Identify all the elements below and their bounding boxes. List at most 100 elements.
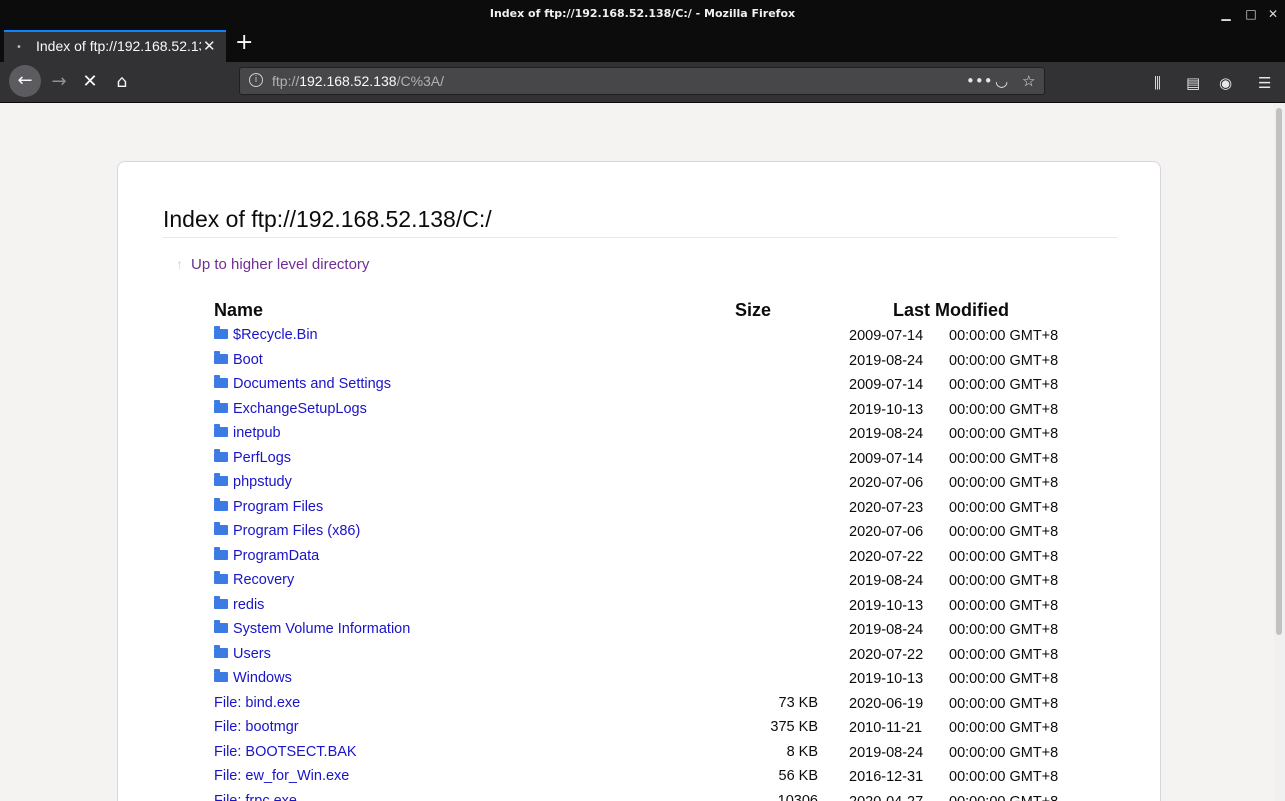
folder-icon <box>214 350 228 364</box>
site-info-icon[interactable]: i <box>249 73 263 87</box>
account-icon[interactable]: ◉ <box>1219 74 1232 92</box>
entry-link[interactable]: ew_for_Win.exe <box>245 768 349 784</box>
folder-entry[interactable]: Documents and Settings <box>214 375 391 392</box>
entry-link[interactable]: Recovery <box>233 572 294 588</box>
home-button[interactable]: ⌂ <box>107 67 137 97</box>
entry-date: 2019-08-24 <box>849 352 924 369</box>
up-directory-label[interactable]: Up to higher level directory <box>191 256 369 273</box>
up-directory-link[interactable]: ↑ Up to higher level directory <box>176 256 369 273</box>
entry-date: 2020-04-27 <box>849 794 923 801</box>
entry-time: 00:00:00 GMT+8 <box>949 744 1059 761</box>
entry-link[interactable]: Program Files <box>233 499 323 515</box>
stop-button[interactable]: ✕ <box>75 67 105 97</box>
vertical-scrollbar[interactable] <box>1274 103 1285 801</box>
entry-time: 00:00:00 GMT+8 <box>949 352 1059 369</box>
table-row: File: bind.exe 73 KB 2020-06-19 00:00:00 GMT… <box>118 693 1162 718</box>
entry-time: 00:00:00 GMT+8 <box>949 720 1059 736</box>
file-entry[interactable]: File: bootmgr <box>214 719 299 735</box>
folder-entry[interactable]: ProgramData <box>214 546 319 564</box>
pocket-icon[interactable]: ◡ <box>995 72 1008 90</box>
entry-link[interactable]: Windows <box>233 670 292 686</box>
entry-time: 00:00:00 GMT+8 <box>949 597 1059 614</box>
tab-active[interactable]: • Index of ftp://192.168.52.138/C:/ ✕ <box>4 30 226 62</box>
back-button[interactable]: ← <box>9 65 41 97</box>
entry-time: 00:00:00 GMT+8 <box>949 499 1059 516</box>
table-row: File: ew_for_Win.exe 56 KB 2016-12-31 00:00:… <box>118 766 1162 791</box>
entry-size: 10306 KB <box>777 792 818 801</box>
table-row: inetpub 2019-08-24 00:00:00 GMT+8 <box>118 423 1162 448</box>
entry-link[interactable]: Program Files (x86) <box>233 523 360 539</box>
file-entry[interactable]: File: ew_for_Win.exe <box>214 768 349 784</box>
entry-date: 2019-08-24 <box>849 622 924 638</box>
folder-entry[interactable]: Recovery <box>214 571 294 588</box>
entry-link[interactable]: bind.exe <box>245 695 300 711</box>
entry-date: 2020-07-23 <box>849 499 924 516</box>
entry-time: 00:00:00 GMT+8 <box>949 794 1058 801</box>
url-bar[interactable]: i ftp://192.168.52.138/C%3A/ ••• ◡ ☆ <box>239 67 1045 95</box>
entry-link[interactable]: Documents and Settings <box>233 376 391 392</box>
entry-time: 00:00:00 GMT+8 <box>949 524 1059 540</box>
table-row: Boot 2019-08-24 00:00:00 GMT+8 <box>118 350 1162 375</box>
maximize-icon[interactable]: □ <box>1244 7 1258 21</box>
entry-link[interactable]: Boot <box>233 352 263 368</box>
folder-entry[interactable]: Users <box>214 644 271 662</box>
folder-entry[interactable]: ExchangeSetupLogs <box>214 399 367 417</box>
entry-link[interactable]: PerfLogs <box>233 450 291 466</box>
url-text[interactable]: ftp://192.168.52.138/C%3A/ <box>272 73 444 89</box>
folder-entry[interactable]: $Recycle.Bin <box>214 326 318 343</box>
folder-entry[interactable]: Boot <box>214 350 263 368</box>
folder-entry[interactable]: phpstudy <box>214 473 292 490</box>
entry-time: 00:00:00 GMT+8 <box>949 548 1059 565</box>
entry-link[interactable]: BOOTSECT.BAK <box>245 744 356 760</box>
sidebar-icon[interactable]: ▤ <box>1186 74 1200 92</box>
folder-entry[interactable]: PerfLogs <box>214 448 291 466</box>
entry-date: 2020-07-06 <box>849 475 924 491</box>
entry-link[interactable]: System Volume Information <box>233 621 410 637</box>
minimize-icon[interactable]: ▁ <box>1219 7 1233 21</box>
folder-entry[interactable]: Windows <box>214 669 292 686</box>
file-entry[interactable]: File: frpc.exe <box>214 793 297 801</box>
entry-link[interactable]: Users <box>233 646 271 662</box>
menu-icon[interactable]: ☰ <box>1258 74 1271 92</box>
folder-entry[interactable]: Program Files <box>214 497 323 515</box>
up-arrow-icon: ↑ <box>176 256 183 272</box>
entry-link[interactable]: ExchangeSetupLogs <box>233 401 367 417</box>
forward-button[interactable]: → <box>44 67 74 97</box>
close-window-icon[interactable]: ✕ <box>1266 7 1280 21</box>
scrollbar-thumb[interactable] <box>1276 108 1282 635</box>
file-prefix-label: File: <box>214 792 242 801</box>
entry-link[interactable]: $Recycle.Bin <box>233 327 318 343</box>
column-header-name[interactable]: Name <box>214 300 263 321</box>
column-header-last-modified[interactable]: Last Modified <box>893 300 1009 321</box>
folder-icon <box>214 448 228 462</box>
entry-link[interactable]: bootmgr <box>245 719 298 735</box>
entry-link[interactable]: redis <box>233 597 264 613</box>
file-prefix-label: File: <box>214 743 242 760</box>
folder-entry[interactable]: inetpub <box>214 424 281 441</box>
folder-icon <box>214 644 228 658</box>
entry-link[interactable]: frpc.exe <box>245 793 297 801</box>
folder-entry[interactable]: System Volume Information <box>214 620 410 637</box>
folder-entry[interactable]: Program Files (x86) <box>214 522 360 539</box>
page-content: Index of ftp://192.168.52.138/C:/ ↑ Up to… <box>0 103 1274 801</box>
file-entry[interactable]: File: BOOTSECT.BAK <box>214 744 357 760</box>
entry-date: 2019-10-13 <box>849 671 924 687</box>
file-entry[interactable]: File: bind.exe <box>214 695 300 711</box>
folder-icon <box>214 595 228 609</box>
entry-link[interactable]: ProgramData <box>233 548 319 564</box>
page-actions-icon[interactable]: ••• <box>966 72 993 90</box>
column-header-size[interactable]: Size <box>735 300 771 321</box>
entry-time: 00:00:00 GMT+8 <box>949 450 1059 467</box>
entry-time: 00:00:00 GMT+8 <box>949 573 1059 589</box>
entry-date: 2009-07-14 <box>849 450 924 467</box>
library-icon[interactable]: ⫼ <box>1154 74 1161 92</box>
entry-link[interactable]: phpstudy <box>233 474 292 490</box>
page-title: Index of ftp://192.168.52.138/C:/ <box>163 206 492 232</box>
entry-time: 00:00:00 GMT+8 <box>949 377 1059 393</box>
new-tab-button[interactable]: + <box>235 31 253 55</box>
folder-entry[interactable]: redis <box>214 595 264 613</box>
entry-link[interactable]: inetpub <box>233 425 281 441</box>
navigation-toolbar: ← → ✕ ⌂ i ftp://192.168.52.138/C%3A/ •••… <box>0 62 1285 103</box>
tab-close-icon[interactable]: ✕ <box>203 37 216 55</box>
bookmark-star-icon[interactable]: ☆ <box>1022 72 1035 90</box>
